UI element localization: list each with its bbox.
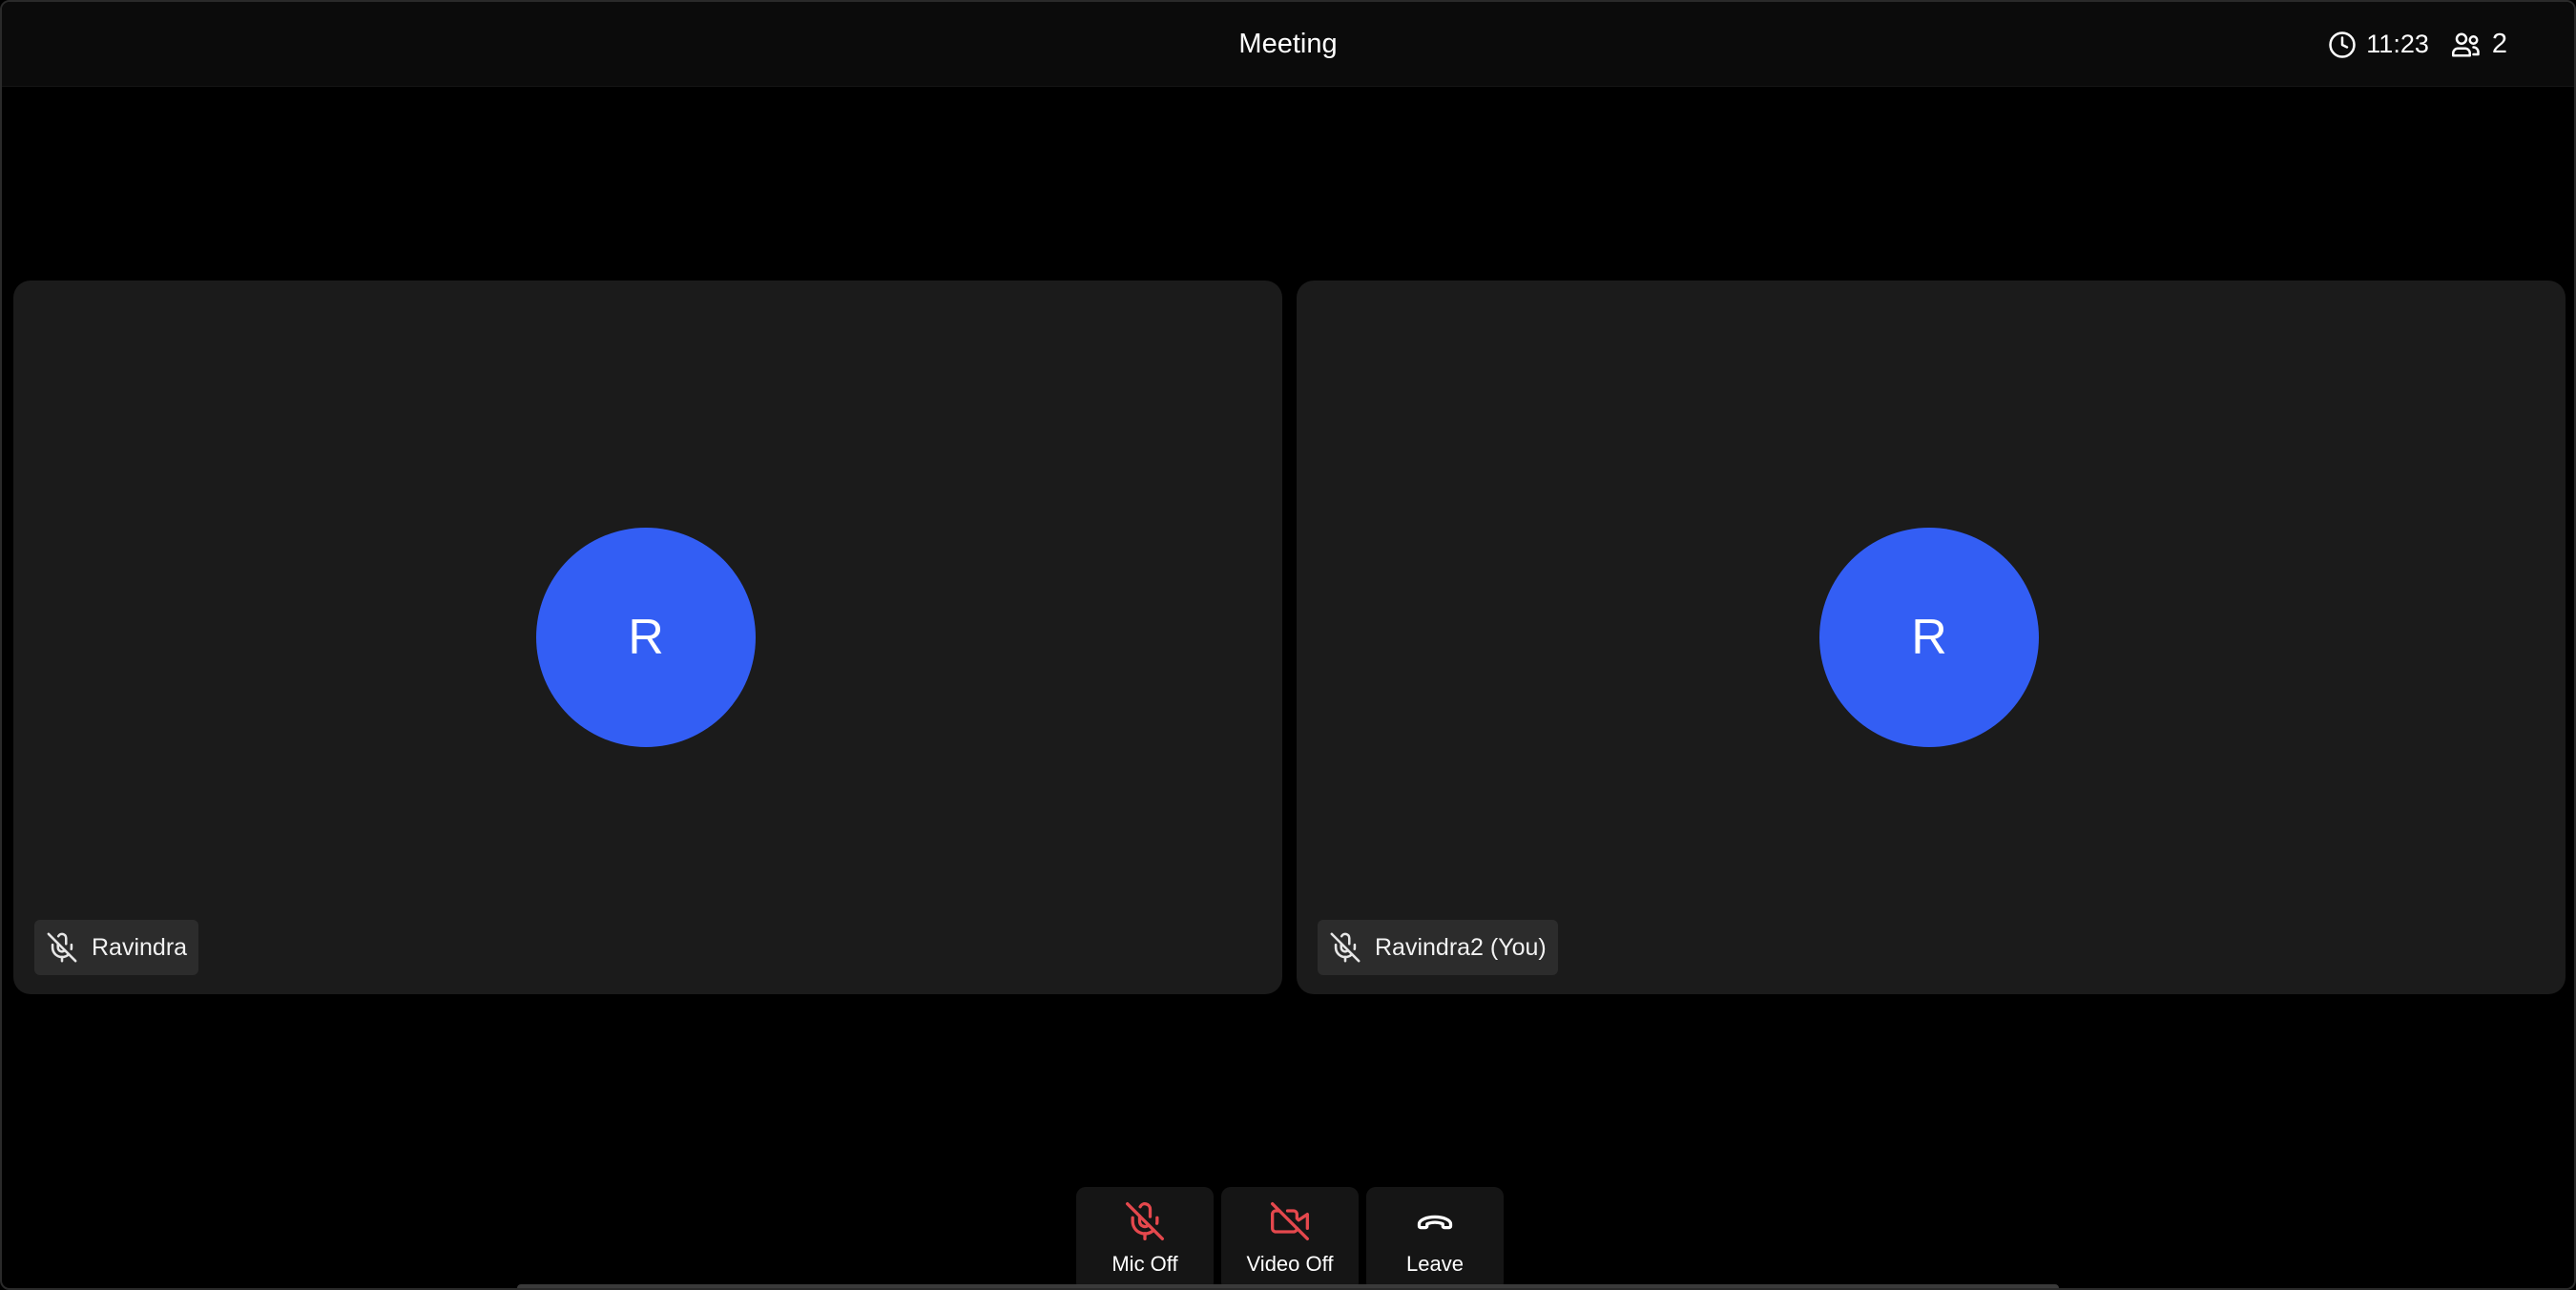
meeting-timer: 11:23 xyxy=(2366,30,2429,58)
avatar: R xyxy=(1819,528,2039,747)
participant-tile[interactable]: R Ravindra xyxy=(13,281,1282,994)
participant-tile-self[interactable]: R Ravindra2 (You) xyxy=(1297,281,2566,994)
window-edge xyxy=(517,1284,2059,1288)
meeting-window: Meeting 11:23 2 R Ravindra R Ravindra2 (… xyxy=(0,0,2576,1290)
mic-off-icon xyxy=(1124,1196,1166,1246)
mic-off-icon xyxy=(1329,931,1361,964)
leave-button-label: Leave xyxy=(1406,1252,1464,1276)
phone-hangup-icon xyxy=(1414,1196,1456,1246)
video-button-label: Video Off xyxy=(1246,1252,1334,1276)
top-bar: Meeting 11:23 2 xyxy=(2,2,2574,87)
video-toggle-button[interactable]: Video Off xyxy=(1221,1187,1359,1288)
avatar: R xyxy=(536,528,756,747)
participant-name-tag: Ravindra xyxy=(34,920,199,975)
mic-off-icon xyxy=(46,931,78,964)
mic-toggle-button[interactable]: Mic Off xyxy=(1076,1187,1214,1288)
meeting-title: Meeting xyxy=(1238,29,1338,59)
people-icon[interactable] xyxy=(2450,31,2483,59)
leave-button[interactable]: Leave xyxy=(1366,1187,1504,1288)
participant-name: Ravindra xyxy=(92,933,188,961)
participant-name-tag: Ravindra2 (You) xyxy=(1318,920,1558,975)
meeting-status: 11:23 2 xyxy=(2328,29,2507,60)
video-off-icon xyxy=(1268,1196,1312,1246)
participant-count: 2 xyxy=(2491,29,2507,59)
participant-name: Ravindra2 (You) xyxy=(1375,933,1547,961)
clock-icon xyxy=(2328,31,2357,59)
meeting-controls: Mic Off Video Off Leave xyxy=(1076,1187,1504,1288)
mic-button-label: Mic Off xyxy=(1111,1252,1178,1276)
